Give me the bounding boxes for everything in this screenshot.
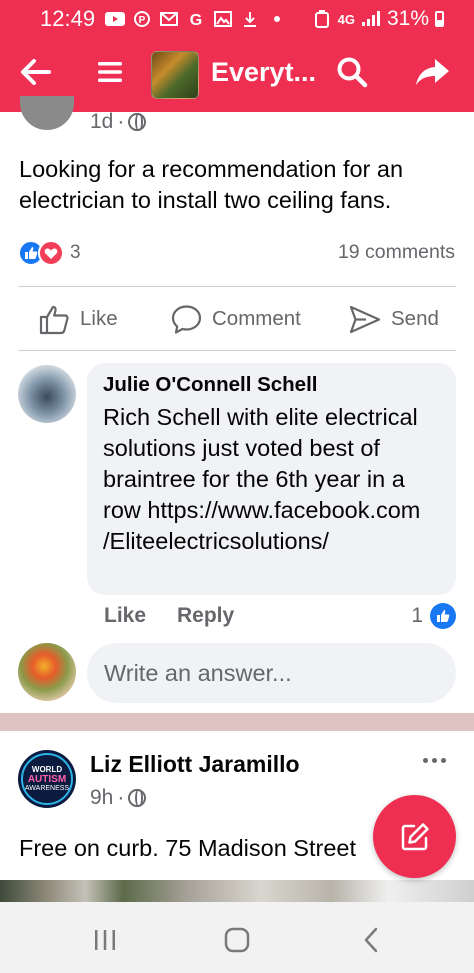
gmail-icon — [159, 11, 179, 27]
signal-icon — [361, 11, 381, 27]
send-paper-plane-icon — [349, 305, 381, 333]
notification-icons: P G — [105, 11, 287, 27]
more-dot — [422, 757, 428, 763]
comment-author[interactable]: Julie O'Connell Schell — [103, 373, 440, 397]
dot-icon — [267, 11, 287, 27]
comment-like-reaction-icon[interactable] — [430, 603, 456, 629]
recent-apps-button[interactable] — [85, 922, 125, 958]
system-nav-bar — [0, 902, 474, 973]
divider-bottom — [18, 350, 456, 351]
comment-bubble-icon — [171, 304, 202, 334]
write-answer-input[interactable] — [87, 643, 456, 703]
love-reaction-icon — [38, 240, 64, 266]
comment-text: Rich Schell with elite electrical soluti… — [103, 404, 421, 554]
comment-reply-button[interactable]: Reply — [177, 604, 234, 628]
comment-label: Comment — [212, 307, 301, 330]
commenter-avatar[interactable] — [18, 365, 76, 423]
thumbs-up-icon — [39, 305, 69, 334]
post2-meta: 9h · — [90, 786, 147, 810]
meta-dot: · — [117, 110, 125, 133]
post-time: 1d — [90, 110, 114, 133]
post2-photo[interactable] — [0, 880, 474, 902]
divider-top — [18, 286, 456, 287]
share-button[interactable] — [411, 50, 455, 94]
public-globe-icon — [128, 113, 147, 131]
download-icon — [240, 11, 260, 27]
comment-like-button[interactable]: Like — [104, 604, 146, 628]
image-icon — [213, 11, 233, 27]
search-icon — [337, 57, 368, 88]
pencil-square-icon — [401, 822, 429, 850]
send-label: Send — [391, 307, 439, 330]
like-label: Like — [80, 307, 118, 330]
more-options-button[interactable] — [418, 748, 450, 772]
network-type: 4G — [337, 11, 355, 27]
comment-button[interactable]: Comment — [171, 300, 301, 338]
back-button[interactable] — [13, 50, 57, 94]
data-saver-icon — [312, 10, 332, 28]
battery-icon — [435, 11, 444, 27]
comment-bubble: Julie O'Connell Schell Rich Schell with … — [87, 363, 456, 595]
compose-fab[interactable] — [373, 795, 456, 878]
like-button[interactable]: Like — [39, 300, 118, 338]
post-meta: 1d · — [90, 110, 147, 134]
send-button[interactable]: Send — [349, 300, 439, 338]
home-icon — [224, 927, 250, 953]
meta-dot: · — [117, 786, 125, 809]
status-right: 4G 31% — [312, 7, 444, 31]
svg-text:P: P — [139, 15, 146, 26]
hamburger-menu-icon — [98, 62, 122, 82]
more-dot — [440, 757, 446, 763]
post-reactions[interactable]: 3 — [18, 240, 81, 266]
group-title[interactable]: Everyt... — [211, 57, 316, 88]
post2-author-name[interactable]: Liz Elliott Jaramillo — [90, 751, 300, 778]
system-back-button[interactable] — [351, 922, 391, 958]
google-icon: G — [186, 11, 206, 27]
public-globe-icon — [128, 789, 147, 807]
post2-time: 9h — [90, 786, 114, 809]
recent-apps-icon — [95, 930, 115, 950]
chevron-left-icon — [364, 927, 378, 953]
arrow-left-icon — [21, 59, 51, 85]
post-author-avatar[interactable] — [20, 96, 74, 130]
status-time: 12:49 — [40, 6, 96, 31]
reaction-count: 3 — [70, 242, 81, 263]
post2-author-avatar[interactable]: WORLD AUTISM AWARENESS — [18, 750, 76, 808]
comments-count[interactable]: 19 comments — [338, 241, 455, 264]
home-button[interactable] — [217, 922, 257, 958]
feed-separator — [0, 713, 474, 731]
group-cover-thumbnail[interactable] — [151, 51, 199, 99]
menu-button[interactable] — [88, 50, 132, 94]
share-arrow-icon — [416, 59, 449, 85]
comment-reaction-count[interactable]: 1 — [411, 604, 423, 628]
status-bar: 12:49 P G 4G 31% — [0, 0, 474, 38]
search-button[interactable] — [330, 50, 374, 94]
svg-text:G: G — [190, 12, 202, 27]
battery-percent: 31% — [386, 7, 429, 30]
more-dot — [431, 757, 437, 763]
pinterest-icon: P — [132, 11, 152, 27]
avatar-ring — [21, 753, 73, 805]
post-text: Looking for a recommendation for an elec… — [19, 156, 404, 213]
current-user-avatar — [18, 643, 76, 701]
youtube-icon — [105, 11, 126, 27]
